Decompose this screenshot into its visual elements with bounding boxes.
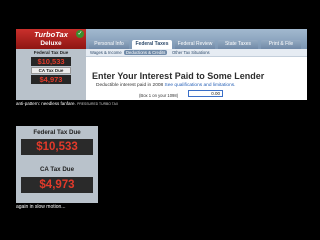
interest-amount-input[interactable]: 0.00 — [188, 90, 223, 97]
subnav-deductions-credits[interactable]: Deductions & Credits — [124, 50, 168, 55]
main-tabs: Personal Info Federal Taxes Federal Revi… — [86, 29, 307, 49]
tab-state-taxes[interactable]: State Taxes — [218, 40, 258, 49]
tab-federal-taxes[interactable]: Federal Taxes — [132, 40, 172, 49]
sub-navigation: Wages & Income Deductions & Credits Othe… — [86, 49, 307, 57]
zoom-ca-value: $4,973 — [21, 177, 93, 193]
zoom-federal-value: $10,533 — [21, 139, 93, 155]
tab-personal-info[interactable]: Personal Info — [89, 40, 129, 49]
zoom-ca-label: CA Tax Due — [39, 166, 75, 173]
ca-tax-due-label: CA Tax Due — [38, 68, 64, 73]
qualifications-link[interactable]: See qualifications and limitations. — [165, 83, 236, 88]
federal-tax-due-value: $10,533 — [31, 57, 71, 66]
ca-tax-due-value: $4,973 — [31, 75, 71, 84]
caption-slow-motion: again in slow motion... — [16, 204, 66, 210]
interest-subline: Deductible interest paid in 2008 See qua… — [96, 83, 235, 88]
page-title: Enter Your Interest Paid to Some Lender — [92, 71, 265, 81]
zoom-federal-label: Federal Tax Due — [33, 129, 81, 136]
subnav-other-tax-situations[interactable]: Other Tax Situations — [172, 49, 210, 56]
ca-label-box: CA Tax Due — [31, 67, 71, 74]
federal-tax-due-label: Federal Tax Due — [33, 50, 69, 55]
zoomed-tax-due-panel: Federal Tax Due $10,533 CA Tax Due $4,97… — [16, 126, 98, 203]
subnav-wages-income[interactable]: Wages & Income — [90, 49, 122, 56]
caption-source: PRESSURED TURBO TAX — [77, 102, 119, 106]
caption-text: anti-pattern: needless fanfare. — [16, 101, 76, 106]
tax-due-sidebar: Federal Tax Due $10,533 CA Tax Due $4,97… — [16, 49, 86, 100]
tab-print-file[interactable]: Print & File — [261, 40, 301, 49]
turbotax-logo: TurboTax Deluxe ✓ — [16, 29, 86, 49]
caption-anti-pattern: anti-pattern: needless fanfare. PRESSURE… — [16, 101, 118, 106]
turbotax-screenshot: TurboTax Deluxe ✓ Personal Info Federal … — [16, 29, 307, 100]
checkmark-icon: ✓ — [76, 30, 84, 38]
box-reference-label: (Box 1 on your 1098) — [139, 93, 179, 98]
interest-description: Deductible interest paid in 2008 — [96, 83, 164, 88]
brand-edition: Deluxe — [40, 40, 62, 47]
tab-federal-review[interactable]: Federal Review — [175, 40, 215, 49]
